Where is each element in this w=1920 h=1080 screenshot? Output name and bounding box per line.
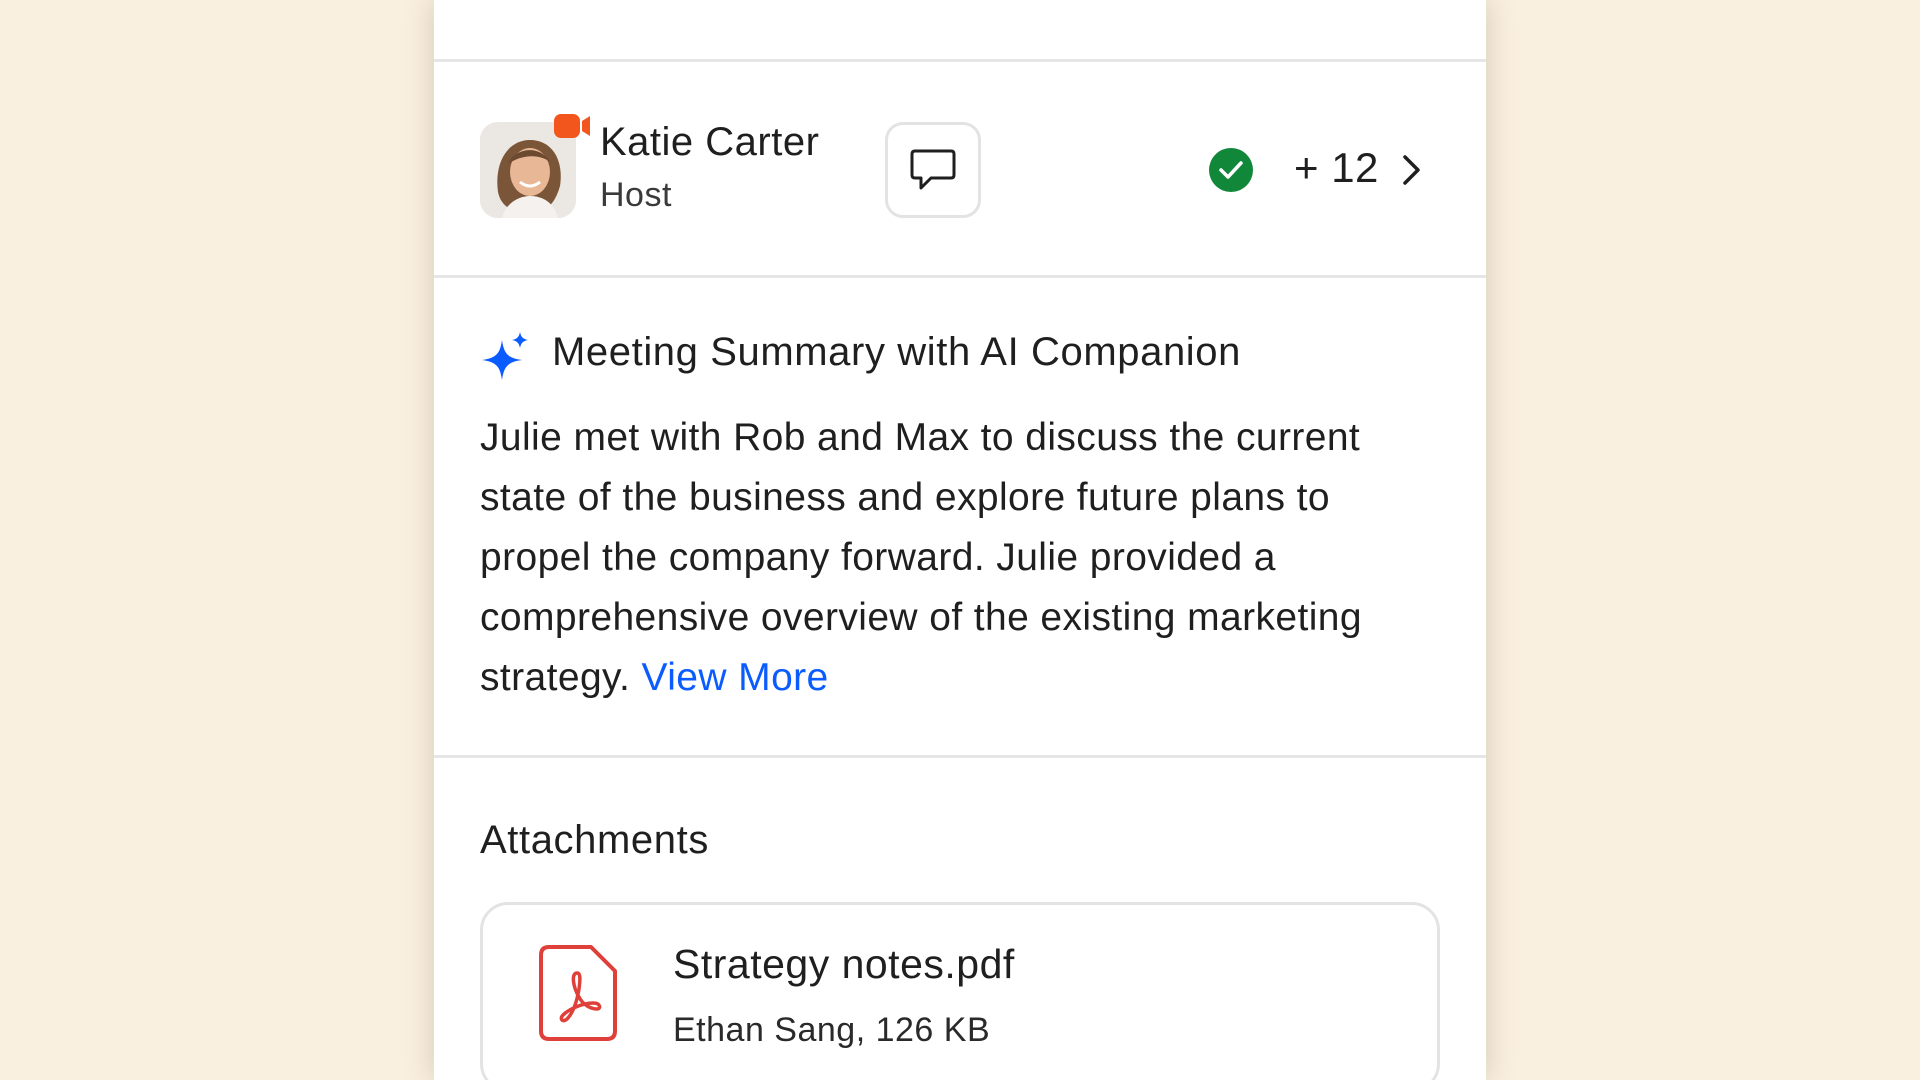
attachment-item[interactable]: Strategy notes.pdf Ethan Sang, 126 KB [480, 902, 1440, 1080]
meeting-details-card: Katie Carter Host + 12 Meeting Summary w… [434, 0, 1486, 1080]
host-role: Host [600, 176, 672, 214]
summary-title: Meeting Summary with AI Companion [552, 330, 1241, 374]
attachment-file-meta: Ethan Sang, 126 KB [673, 1011, 991, 1049]
attachments-title: Attachments [480, 818, 709, 862]
attachment-file-name: Strategy notes.pdf [673, 941, 1015, 987]
chat-button[interactable] [885, 122, 981, 218]
summary-body: Julie met with Rob and Max to discuss th… [480, 408, 1440, 708]
host-row: Katie Carter Host + 12 [434, 62, 1486, 278]
top-section-cutoff [434, 0, 1486, 62]
chevron-right-icon[interactable] [1396, 152, 1426, 188]
pdf-file-icon [539, 945, 617, 1041]
meeting-summary-section: Meeting Summary with AI Companion Julie … [434, 278, 1486, 758]
video-camera-icon [554, 114, 590, 138]
view-more-link[interactable]: View More [642, 656, 829, 699]
summary-text: Julie met with Rob and Max to discuss th… [480, 416, 1362, 699]
participant-count[interactable]: + 12 [1294, 144, 1379, 192]
chat-bubble-icon [910, 149, 956, 190]
host-name: Katie Carter [600, 120, 820, 164]
check-circle-icon [1209, 148, 1253, 192]
sparkle-icon [482, 332, 528, 380]
